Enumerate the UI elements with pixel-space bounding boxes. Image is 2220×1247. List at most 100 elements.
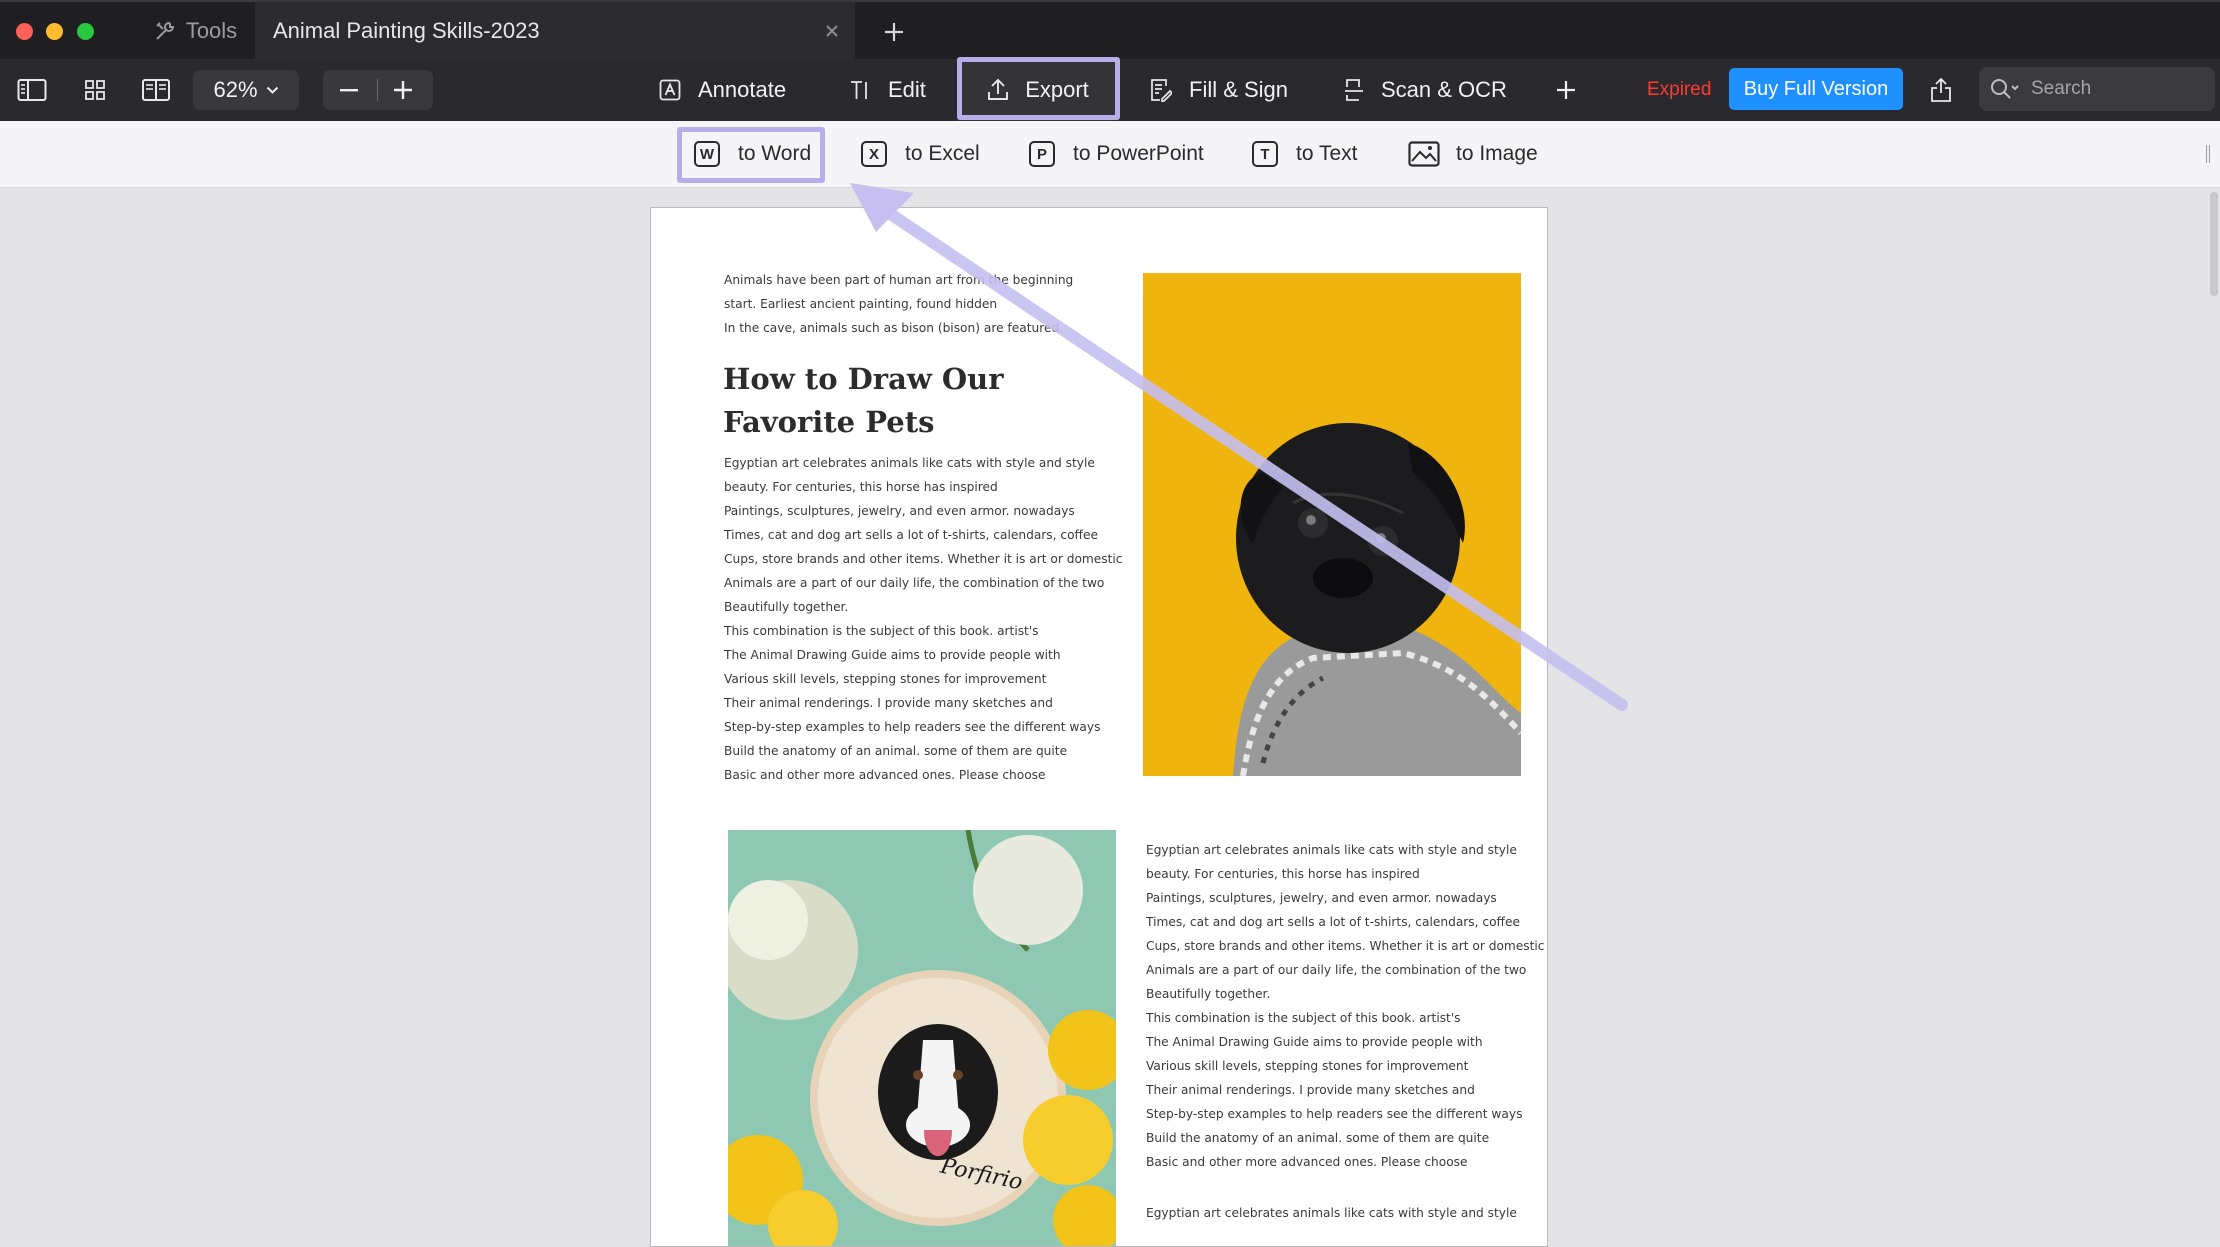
body-line: Beautifully together. bbox=[1146, 987, 1271, 1001]
body-line: Various skill levels, stepping stones fo… bbox=[724, 672, 1047, 686]
export-highlight bbox=[957, 57, 1120, 120]
edit-label: Edit bbox=[888, 77, 926, 102]
body-line: The Animal Drawing Guide aims to provide… bbox=[1146, 1035, 1483, 1049]
grid-view-button[interactable] bbox=[84, 59, 106, 121]
zoom-value: 62% bbox=[213, 77, 258, 102]
body-line: This combination is the subject of this … bbox=[1146, 1011, 1461, 1025]
to-word-highlight bbox=[677, 127, 825, 183]
add-tool-icon[interactable] bbox=[1557, 81, 1575, 99]
scan-ocr-button[interactable]: Scan & OCR bbox=[1344, 59, 1507, 121]
intro-line: In the cave, animals such as bison (biso… bbox=[724, 321, 1064, 335]
tools-icon bbox=[156, 21, 174, 40]
fill-sign-icon bbox=[1151, 79, 1172, 102]
body-paragraph-left: Egyptian art celebrates animals like cat… bbox=[724, 451, 1123, 787]
sidebar-icon bbox=[17, 79, 47, 101]
zoom-window-button[interactable] bbox=[77, 23, 94, 40]
plus-icon[interactable] bbox=[884, 22, 904, 42]
toolbar-drag-handle[interactable] bbox=[2206, 145, 2210, 163]
body-line: Beautifully together. bbox=[724, 600, 849, 614]
intro-line: start. Earliest ancient painting, found … bbox=[724, 297, 998, 311]
tab-document-label: Animal Painting Skills-2023 bbox=[273, 17, 540, 43]
body-line: Step-by-step examples to help readers se… bbox=[724, 720, 1101, 734]
powerpoint-icon: P bbox=[1029, 141, 1055, 167]
last-line: Egyptian art celebrates animals like cat… bbox=[1146, 1206, 1517, 1220]
minimize-window-button[interactable] bbox=[46, 23, 63, 40]
to-powerpoint-label: to PowerPoint bbox=[1073, 142, 1204, 165]
body-line: Cups, store brands and other items. Whet… bbox=[724, 552, 1123, 566]
body-line: Various skill levels, stepping stones fo… bbox=[1146, 1059, 1469, 1073]
body-line: Their animal renderings. I provide many … bbox=[724, 696, 1053, 710]
reader-view-button[interactable] bbox=[141, 59, 171, 121]
tab-document[interactable]: Animal Painting Skills-2023 bbox=[255, 2, 855, 59]
share-button[interactable] bbox=[1930, 59, 1952, 121]
zoom-divider bbox=[377, 79, 378, 101]
section-heading: How to Draw Our Favorite Pets bbox=[723, 358, 1004, 444]
tab-tools-label: Tools bbox=[185, 17, 238, 43]
pug-illustration bbox=[1233, 423, 1521, 776]
to-image-button[interactable]: to Image bbox=[1408, 121, 1538, 187]
document-page: Animals have been part of human art from… bbox=[650, 207, 1548, 1247]
vertical-scrollbar[interactable] bbox=[2210, 192, 2218, 296]
tab-tools[interactable]: Tools bbox=[138, 2, 253, 59]
zoom-out-icon[interactable] bbox=[340, 89, 358, 92]
body-line: Basic and other more advanced ones. Plea… bbox=[1146, 1155, 1468, 1169]
zoom-in-icon[interactable] bbox=[394, 81, 412, 99]
export-toolbar: W to Word X to Excel P to PowerPoint T t… bbox=[0, 121, 2220, 188]
embroidery-illustration bbox=[728, 830, 1116, 1246]
body-line: Animals are a part of our daily life, th… bbox=[724, 576, 1105, 590]
buy-full-version-button[interactable]: Buy Full Version bbox=[1729, 68, 1903, 110]
title-bar: Tools Animal Painting Skills-2023 bbox=[0, 0, 2220, 59]
annotate-icon bbox=[659, 79, 681, 101]
zoom-select[interactable]: 62% bbox=[193, 70, 299, 110]
intro-paragraph: Animals have been part of human art from… bbox=[724, 268, 1073, 340]
close-icon[interactable] bbox=[825, 24, 839, 38]
body-line: Cups, store brands and other items. Whet… bbox=[1146, 939, 1545, 953]
to-excel-label: to Excel bbox=[905, 142, 980, 165]
heading-line: How to Draw Our bbox=[723, 362, 1004, 396]
main-toolbar: 62% Annotate Edit Export Fill & Sign Sca… bbox=[0, 57, 2220, 122]
grid-icon bbox=[85, 80, 105, 100]
body-line: Step-by-step examples to help readers se… bbox=[1146, 1107, 1523, 1121]
sidebar-toggle-button[interactable] bbox=[17, 59, 47, 121]
chevron-down-icon bbox=[266, 86, 278, 94]
body-line: Animals are a part of our daily life, th… bbox=[1146, 963, 1527, 977]
image-icon bbox=[1408, 141, 1440, 167]
text-icon: T bbox=[1252, 141, 1278, 167]
expired-label: Expired bbox=[1647, 79, 1712, 100]
body-line: beauty. For centuries, this horse has in… bbox=[724, 480, 998, 494]
fill-sign-label: Fill & Sign bbox=[1189, 77, 1289, 102]
to-text-button[interactable]: T to Text bbox=[1252, 121, 1357, 187]
body-line: The Animal Drawing Guide aims to provide… bbox=[724, 648, 1061, 662]
body-line: Build the anatomy of an animal. some of … bbox=[1146, 1131, 1490, 1145]
annotate-label: Annotate bbox=[698, 77, 787, 102]
share-icon bbox=[1931, 77, 1951, 102]
close-window-button[interactable] bbox=[16, 23, 33, 40]
pug-photo bbox=[1143, 273, 1521, 776]
intro-line: Animals have been part of human art from… bbox=[724, 273, 1074, 287]
excel-icon: X bbox=[861, 141, 887, 167]
annotate-button[interactable]: Annotate bbox=[659, 59, 786, 121]
body-line: Egyptian art celebrates animals like cat… bbox=[1146, 843, 1517, 857]
body-line: Paintings, sculptures, jewelry, and even… bbox=[724, 504, 1075, 518]
search-input[interactable]: Search bbox=[1979, 67, 2215, 111]
body-line: Basic and other more advanced ones. Plea… bbox=[724, 768, 1046, 782]
body-line: Egyptian art celebrates animals like cat… bbox=[724, 456, 1095, 470]
to-excel-button[interactable]: X to Excel bbox=[861, 121, 980, 187]
to-text-label: to Text bbox=[1296, 142, 1358, 165]
body-line: This combination is the subject of this … bbox=[724, 624, 1039, 638]
body-line: beauty. For centuries, this horse has in… bbox=[1146, 867, 1420, 881]
body-line: Times, cat and dog art sells a lot of t-… bbox=[1146, 915, 1520, 929]
to-powerpoint-button[interactable]: P to PowerPoint bbox=[1029, 121, 1204, 187]
fill-sign-button[interactable]: Fill & Sign bbox=[1150, 59, 1288, 121]
edit-button[interactable]: Edit bbox=[849, 59, 926, 121]
scan-icon bbox=[1345, 79, 1363, 101]
search-icon bbox=[1991, 79, 2019, 99]
edit-text-icon bbox=[851, 81, 867, 99]
search-placeholder: Search bbox=[2031, 78, 2092, 99]
body-line: Paintings, sculptures, jewelry, and even… bbox=[1146, 891, 1497, 905]
body-line: Times, cat and dog art sells a lot of t-… bbox=[724, 528, 1098, 542]
zoom-controls bbox=[323, 70, 433, 110]
book-icon bbox=[142, 79, 170, 101]
body-line: Their animal renderings. I provide many … bbox=[1146, 1083, 1475, 1097]
embroidery-photo: Porfirio bbox=[728, 830, 1116, 1246]
